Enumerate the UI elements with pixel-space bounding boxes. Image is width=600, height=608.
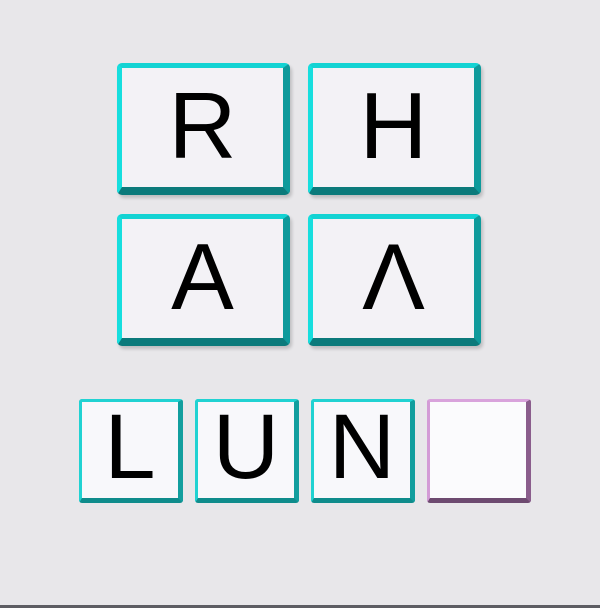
choice-tile-2[interactable]: H [308, 63, 481, 195]
choice-letter: R [168, 72, 237, 178]
choice-tile-1[interactable]: R [117, 63, 290, 195]
answer-slot-4-empty[interactable] [427, 399, 531, 503]
slot-letter: L [104, 396, 156, 498]
answer-slot-1[interactable]: L [79, 399, 183, 503]
choice-letter: H [359, 72, 428, 178]
slot-letter: U [212, 396, 280, 498]
choice-letter: A [171, 223, 234, 329]
answer-slot-3[interactable]: N [311, 399, 415, 503]
answer-slot-2[interactable]: U [195, 399, 299, 503]
choice-tile-4[interactable]: Λ [308, 214, 481, 346]
choice-letter: Λ [362, 223, 425, 329]
slot-letter: N [328, 396, 396, 498]
choice-tile-3[interactable]: A [117, 214, 290, 346]
